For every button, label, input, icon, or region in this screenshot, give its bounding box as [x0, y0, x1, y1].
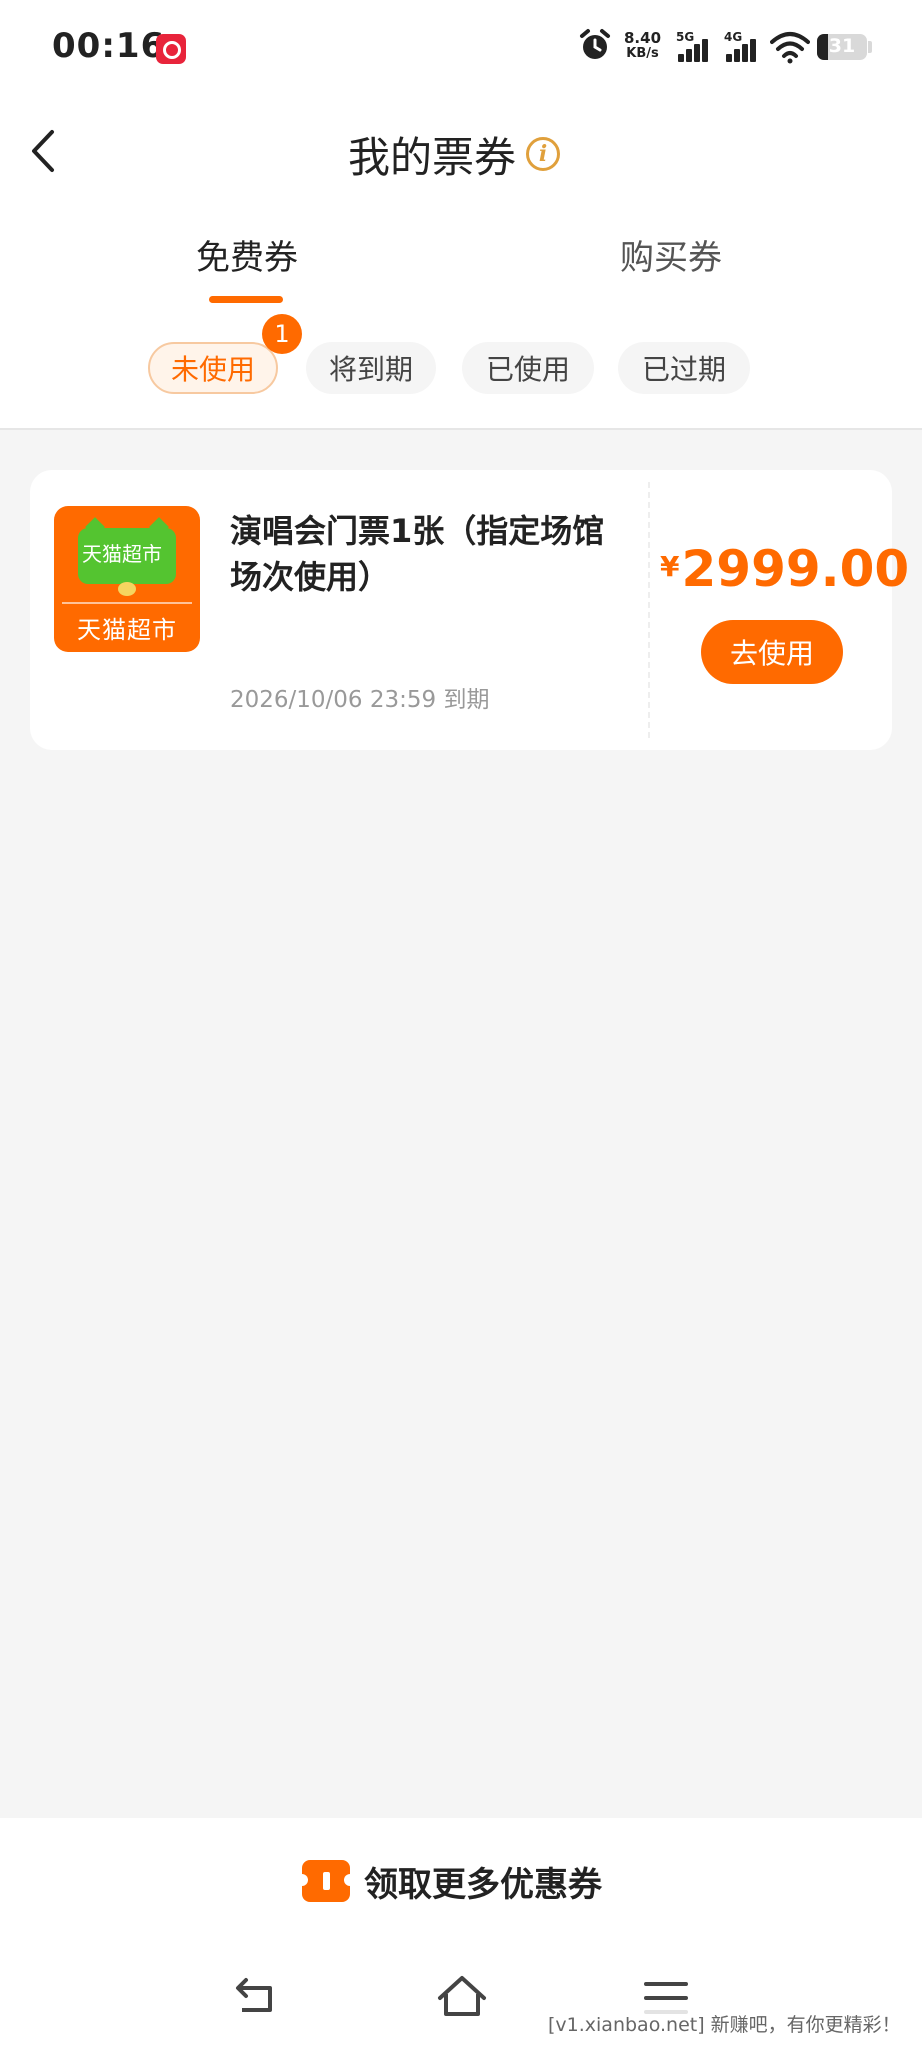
back-arrow-icon[interactable]: [24, 126, 64, 176]
filter-used[interactable]: 已使用: [462, 342, 594, 394]
nav-home-icon[interactable]: [432, 1968, 492, 2028]
info-icon[interactable]: i: [526, 137, 561, 171]
page-title: 我的票券: [348, 132, 517, 182]
netease-music-icon: [156, 34, 186, 64]
logo-top-text: 天猫超市: [82, 542, 162, 566]
battery-icon: 31: [817, 34, 867, 60]
signal-5g-icon: 5G: [676, 30, 716, 64]
coupon-title: 演唱会门票1张（指定场馆场次使用）: [230, 512, 605, 596]
battery-level: 31: [828, 35, 856, 57]
filter-expiring[interactable]: 将到期: [306, 342, 436, 394]
price-amount: 2999.00: [681, 540, 910, 598]
alarm-icon: [580, 29, 610, 59]
nav-back-icon[interactable]: [226, 1968, 286, 2028]
coupon-divider: [648, 482, 650, 738]
use-coupon-button[interactable]: 去使用: [701, 620, 843, 684]
signal-5g-label: 5G: [676, 30, 695, 44]
signal-4g-icon: 4G: [724, 30, 764, 64]
network-speed: 8.40 KB/s: [624, 30, 661, 62]
coupon-expiry: 2026/10/06 23:59 到期: [230, 687, 490, 713]
filter-unused[interactable]: 未使用: [148, 342, 278, 394]
wifi-icon: [770, 32, 810, 64]
speed-unit: KB/s: [626, 46, 659, 61]
filter-expired[interactable]: 已过期: [618, 342, 750, 394]
speed-value: 8.40: [624, 29, 662, 47]
page-title-wrap: 我的票券 i: [348, 126, 561, 182]
tmall-supermarket-logo: 天猫超市 天猫超市: [54, 506, 200, 652]
price-currency: ¥: [660, 550, 680, 583]
signal-4g-label: 4G: [724, 30, 743, 44]
tab-free-coupons[interactable]: 免费券: [196, 230, 298, 279]
get-more-coupons-button[interactable]: 领取更多优惠券: [296, 1852, 602, 1910]
battery-tip: [868, 41, 872, 53]
coupon-price: ¥2999.00: [660, 540, 909, 598]
active-tab-indicator: [209, 296, 283, 303]
logo-bottom-text: 天猫超市: [77, 616, 177, 644]
unused-count-badge: 1: [262, 314, 302, 354]
status-time: 00:16: [52, 26, 166, 66]
tab-purchased-coupons[interactable]: 购买券: [620, 230, 722, 279]
watermark: [v1.xianbao.net] 新赚吧，有你更精彩！: [548, 2010, 901, 2037]
get-more-coupons-label: 领取更多优惠券: [364, 1864, 602, 1905]
coupon-icon: [296, 1860, 356, 1902]
